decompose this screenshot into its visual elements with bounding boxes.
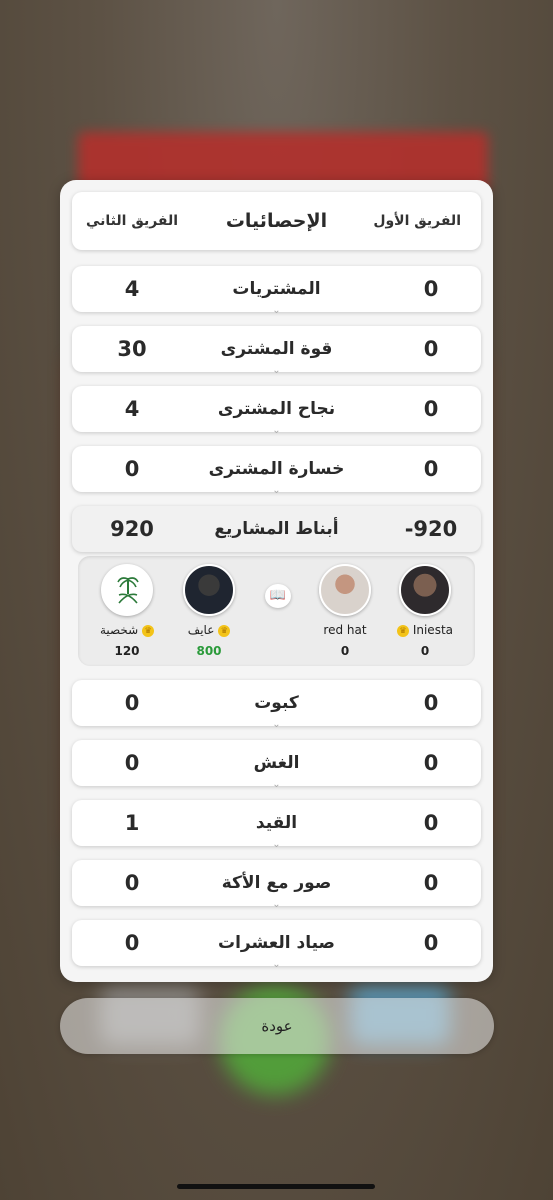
stat-row-project-points[interactable]: 920 أبناط المشاريع -920 [72,506,481,552]
chevron-down-icon: ⌄ [272,719,281,730]
saudi-emblem-avatar [101,564,153,616]
crown-icon: ♛ [142,624,155,637]
crown-icon: ♛ [218,624,231,637]
player-score: 0 [420,644,430,658]
player-score: 800 [196,644,222,658]
chevron-down-icon: ⌄ [272,779,281,790]
chimp-avatar [399,564,451,616]
stat-row-pictures[interactable]: 0 صور مع الأكة 0 ⌄ [72,860,481,910]
stat-row-cheat[interactable]: 0 الغش 0 ⌄ [72,740,481,790]
chevron-down-icon: ⌄ [272,839,281,850]
player-name: عايف [187,623,215,637]
chevron-down-icon: ⌄ [272,485,281,496]
player-name: Iniesta [412,623,453,637]
chevron-down-icon: ⌄ [272,305,281,316]
player-card[interactable]: ♛ شخصية 120 [92,564,162,658]
stat-row-purchases[interactable]: 4 المشتريات 0 ⌄ [72,266,481,316]
book-icon[interactable]: 📖 [265,584,291,608]
home-indicator[interactable] [177,1184,375,1189]
stat-row-kaboot[interactable]: 0 كبوت 0 ⌄ [72,680,481,730]
stat-row-buyer-power[interactable]: 30 قوة المشترى 0 ⌄ [72,326,481,376]
player-name: red hat [323,623,367,637]
palm-swords-icon [117,577,139,604]
stat-row-buyer-loss[interactable]: 0 خسارة المشترى 0 ⌄ [72,446,481,496]
player-card[interactable]: ♛ Iniesta 0 [390,564,460,658]
crown-icon: ♛ [397,624,409,637]
player-score: 120 [114,644,140,658]
stats-header: الفريق الثاني الإحصائيات الفريق الأول [72,192,481,250]
player-score: 0 [340,644,350,658]
player-avatar [183,564,235,616]
chevron-down-icon: ⌄ [272,959,281,970]
chevron-down-icon: ⌄ [272,365,281,376]
stat-row-tens-hunter[interactable]: 0 صياد العشرات 0 ⌄ [72,920,481,970]
team-one-label: الفريق الأول [373,213,461,229]
man-avatar [319,564,371,616]
project-details: ♛ شخصية 120 ♛ عايف 800 📖 red hat 0 ♛ Ini… [78,556,475,666]
stats-panel: الفريق الثاني الإحصائيات الفريق الأول 4 … [60,180,493,982]
back-button[interactable]: عودة [60,998,494,1054]
stat-row-buyer-success[interactable]: 4 نجاح المشترى 0 ⌄ [72,386,481,436]
team-one-value: -920 [404,517,458,541]
stat-row-restriction[interactable]: 1 القيد 0 ⌄ [72,800,481,850]
chevron-down-icon: ⌄ [272,425,281,436]
player-name: شخصية [99,623,139,637]
chevron-down-icon: ⌄ [272,899,281,910]
player-card[interactable]: red hat 0 [310,564,380,658]
player-card[interactable]: ♛ عايف 800 [174,564,244,658]
